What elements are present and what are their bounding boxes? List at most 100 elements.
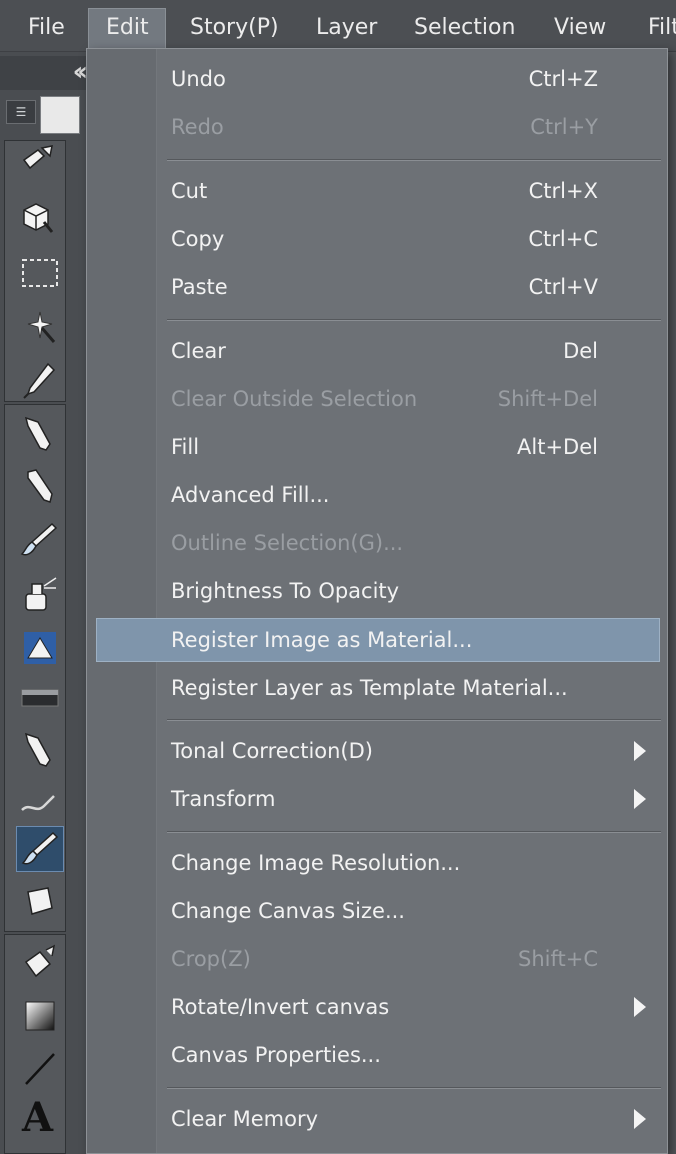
menu-item-shortcut: Del: [563, 339, 598, 363]
menu-item-crop: Crop(Z) Shift+C: [96, 937, 660, 981]
tool-ink-pen[interactable]: [2, 724, 78, 772]
menu-item-shortcut: Ctrl+V: [528, 275, 598, 299]
tool-brush[interactable]: [2, 514, 78, 562]
menu-item-label: Copy: [171, 227, 225, 251]
menu-item-clear-memory[interactable]: Clear Memory: [96, 1097, 660, 1141]
pen-icon: [24, 416, 51, 451]
menu-bar: File Edit Story(P) Layer Selection View …: [0, 0, 676, 52]
menu-item-shortcut: Shift+C: [518, 947, 598, 971]
menu-item-redo: Redo Ctrl+Y: [96, 105, 660, 149]
collapse-palette-button[interactable]: ‹‹: [0, 56, 88, 90]
fill-bucket-icon: [24, 944, 56, 978]
pencil-icon: [27, 469, 53, 503]
menu-item-label: Transform: [171, 787, 276, 811]
menu-item-label: Clear Memory: [171, 1107, 318, 1131]
ruler-icon: [21, 689, 59, 707]
menu-item-label: Rotate/Invert canvas: [171, 995, 390, 1019]
brush-icon: [20, 522, 58, 556]
menu-item-shortcut: Ctrl+Y: [530, 115, 598, 139]
tool-move-layer[interactable]: [2, 192, 78, 240]
menu-filter[interactable]: Filt: [648, 8, 676, 48]
move-layer-icon: [23, 203, 54, 233]
tool-blend[interactable]: [2, 778, 78, 826]
menu-item-tonal-correction[interactable]: Tonal Correction(D): [96, 729, 660, 773]
menu-separator: [167, 159, 661, 161]
menu-item-label: Clear: [171, 339, 226, 363]
airbrush-icon: [25, 577, 57, 611]
palette-tabs: ☰: [0, 96, 86, 136]
line-icon: [25, 1053, 55, 1085]
menu-layer[interactable]: Layer: [316, 8, 377, 48]
menu-separator: [167, 1087, 661, 1089]
menu-story[interactable]: Story(P): [190, 8, 279, 48]
menu-view[interactable]: View: [554, 8, 606, 48]
tool-pencil[interactable]: [2, 460, 78, 508]
menu-selection[interactable]: Selection: [414, 8, 515, 48]
menu-item-shortcut: Shift+Del: [497, 387, 598, 411]
decoration-icon: [24, 632, 56, 664]
menu-item-label: Brightness To Opacity: [171, 579, 400, 603]
blend-icon: [21, 795, 55, 811]
menu-item-label: Cut: [171, 179, 208, 203]
menu-item-canvas-properties[interactable]: Canvas Properties...: [96, 1033, 660, 1077]
menu-item-brightness-to-opacity[interactable]: Brightness To Opacity: [96, 569, 660, 613]
operation-icon: [22, 145, 53, 170]
palette-menu-icon[interactable]: ☰: [6, 100, 36, 124]
submenu-arrow-icon: [634, 741, 646, 761]
menu-file[interactable]: File: [28, 8, 65, 48]
auto-select-wand-icon: [27, 311, 56, 343]
menu-item-advanced-fill[interactable]: Advanced Fill...: [96, 473, 660, 517]
menu-item-label: Canvas Properties...: [171, 1043, 381, 1067]
menu-item-label: Register Image as Material...: [171, 628, 473, 652]
menu-separator: [167, 719, 661, 721]
menu-item-shortcut: Alt+Del: [517, 435, 598, 459]
menu-item-rotate-invert-canvas[interactable]: Rotate/Invert canvas: [96, 985, 660, 1029]
tool-operation[interactable]: [2, 136, 78, 184]
ink-pen-icon: [24, 732, 51, 767]
menu-edit[interactable]: Edit: [88, 8, 166, 48]
menu-item-undo[interactable]: Undo Ctrl+Z: [96, 57, 660, 101]
menu-item-clear-outside-selection: Clear Outside Selection Shift+Del: [96, 377, 660, 421]
submenu-arrow-icon: [634, 997, 646, 1017]
menu-item-register-image-as-material[interactable]: Register Image as Material...: [96, 618, 660, 662]
tool-auto-select[interactable]: [2, 302, 78, 350]
submenu-arrow-icon: [634, 789, 646, 809]
palette-tab-active[interactable]: [40, 96, 80, 134]
menu-item-clear[interactable]: Clear Del: [96, 329, 660, 373]
tool-fill[interactable]: [2, 938, 78, 986]
menu-item-label: Change Canvas Size...: [171, 899, 405, 923]
menu-item-cut[interactable]: Cut Ctrl+X: [96, 169, 660, 213]
tool-airbrush[interactable]: [2, 568, 78, 616]
menu-item-label: Redo: [171, 115, 224, 139]
tool-decoration[interactable]: [2, 622, 78, 670]
tool-brush-active[interactable]: [16, 826, 64, 872]
submenu-arrow-icon: [634, 1109, 646, 1129]
menu-item-label: Clear Outside Selection: [171, 387, 418, 411]
menu-item-fill[interactable]: Fill Alt+Del: [96, 425, 660, 469]
menu-separator: [167, 831, 661, 833]
tool-text[interactable]: A: [2, 1094, 78, 1142]
tool-eyedropper[interactable]: [2, 354, 78, 402]
selection-marquee-icon: [22, 259, 58, 287]
menu-item-label: Tonal Correction(D): [171, 739, 373, 763]
menu-item-label: Fill: [171, 435, 200, 459]
menu-item-transform[interactable]: Transform: [96, 777, 660, 821]
text-icon: A: [22, 1094, 54, 1141]
menu-item-copy[interactable]: Copy Ctrl+C: [96, 217, 660, 261]
tool-selection[interactable]: [2, 248, 78, 296]
menu-item-label: Undo: [171, 67, 226, 91]
menu-item-shortcut: Ctrl+Z: [528, 67, 598, 91]
menu-item-shortcut: Ctrl+C: [528, 227, 598, 251]
menu-item-label: Change Image Resolution...: [171, 851, 461, 875]
tool-ruler[interactable]: [2, 672, 78, 720]
brush-tool-icon: [21, 831, 59, 865]
tool-gradient[interactable]: [2, 990, 78, 1038]
tool-eraser[interactable]: [2, 878, 78, 926]
tool-pen[interactable]: [2, 408, 78, 456]
menu-item-change-canvas-size[interactable]: Change Canvas Size...: [96, 889, 660, 933]
menu-item-shortcut: Ctrl+X: [528, 179, 598, 203]
tool-line[interactable]: [2, 1042, 78, 1090]
menu-item-change-image-resolution[interactable]: Change Image Resolution...: [96, 841, 660, 885]
menu-item-paste[interactable]: Paste Ctrl+V: [96, 265, 660, 309]
menu-item-register-layer-as-template[interactable]: Register Layer as Template Material...: [96, 666, 660, 710]
